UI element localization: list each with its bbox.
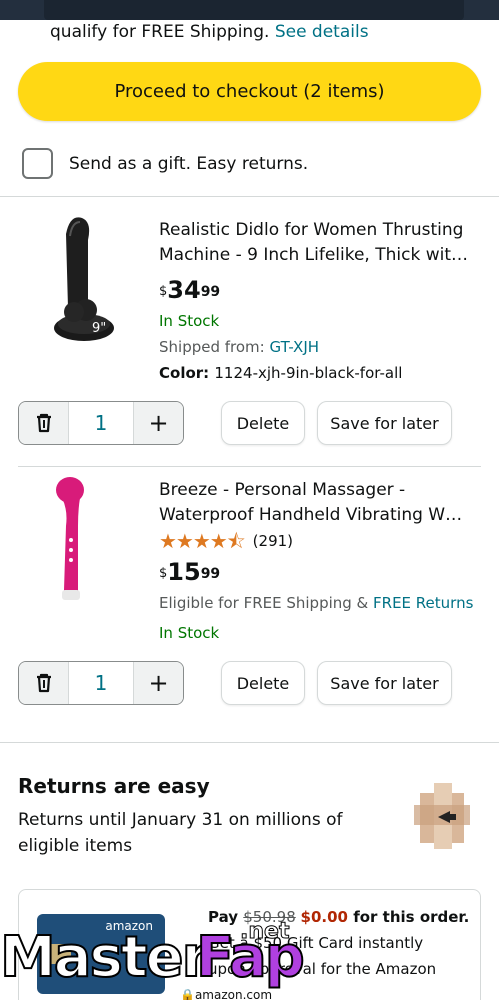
divider (18, 466, 481, 467)
item-info: Realistic Didlo for Women Thrusting Mach… (159, 218, 484, 386)
item-title-line-1: Breeze - Personal Massager - (159, 480, 406, 500)
product-image[interactable]: 9" (40, 210, 140, 350)
top-app-bar (0, 0, 499, 20)
gift-option[interactable]: Send as a gift. Easy returns. (22, 148, 308, 179)
new-price: $0.00 (300, 908, 348, 926)
watermark: Master Fap .net (0, 919, 320, 1000)
shipping-text: qualify for FREE Shipping. (50, 22, 270, 42)
shipping-eligibility: Eligible for FREE Shipping & FREE Return… (159, 590, 484, 616)
price-fraction: 99 (200, 566, 221, 582)
divider (0, 742, 499, 743)
top-bar-ledge (44, 0, 464, 20)
stock-status: In Stock (159, 312, 220, 330)
returns-title: Returns are easy (18, 774, 210, 798)
pay-suffix: for this order. (348, 908, 470, 926)
color-value: 1124-xjh-9in-black-for-all (214, 364, 403, 382)
quantity-stepper: 1 + (18, 661, 184, 705)
trash-icon[interactable] (19, 662, 68, 704)
pay-label: Pay (208, 908, 244, 926)
watermark-net: .net (239, 919, 290, 945)
product-image[interactable] (40, 470, 140, 610)
returns-text: Returns until January 31 on millions of … (18, 810, 343, 856)
free-returns-link[interactable]: FREE Returns (373, 594, 473, 612)
gift-label: Send as a gift. Easy returns. (69, 153, 309, 174)
delete-button[interactable]: Delete (221, 661, 305, 705)
price-whole: 34 (167, 276, 201, 304)
item-controls: 1 + (18, 401, 184, 445)
item-price: $3499 (159, 276, 484, 304)
divider (0, 196, 499, 197)
color-variant: Color: 1124-xjh-9in-black-for-all (159, 360, 484, 386)
star-rating-icon: ★★★★⯪ (159, 529, 246, 553)
delete-button[interactable]: Delete (221, 401, 305, 445)
color-label: Color: (159, 364, 215, 382)
price-fraction: 99 (200, 284, 221, 300)
item-title[interactable]: Breeze - Personal Massager - Waterproof … (159, 478, 484, 528)
shipping-notice: qualify for FREE Shipping. See details (50, 20, 369, 44)
save-for-later-button[interactable]: Save for later (317, 401, 452, 445)
item-title-line-2: Machine - 9 Inch Lifelike, Thick wit… (159, 245, 468, 265)
seller-link[interactable]: GT-XJH (270, 338, 320, 356)
shipping-eligibility-text: Eligible for FREE Shipping & (159, 594, 374, 612)
see-details-link[interactable]: See details (275, 22, 369, 42)
stock-status: In Stock (159, 624, 220, 642)
proceed-to-checkout-button[interactable]: Proceed to checkout (2 items) (18, 62, 481, 121)
shipped-label: Shipped from: (159, 338, 270, 356)
price-symbol: $ (159, 566, 168, 581)
item-title[interactable]: Realistic Didlo for Women Thrusting Mach… (159, 218, 484, 268)
item-controls: 1 + (18, 661, 184, 705)
return-box-icon (414, 783, 470, 849)
trash-icon[interactable] (19, 402, 68, 444)
quantity-value[interactable]: 1 (68, 402, 134, 444)
item-info: Breeze - Personal Massager - Waterproof … (159, 478, 484, 646)
gift-checkbox[interactable] (22, 148, 53, 179)
price-whole: 15 (167, 558, 201, 586)
quantity-stepper: 1 + (18, 401, 184, 445)
watermark-master: Master (0, 924, 210, 991)
save-for-later-button[interactable]: Save for later (317, 661, 452, 705)
size-label: 9" (92, 321, 106, 336)
shipped-from: Shipped from: GT-XJH (159, 334, 484, 360)
rating-count: (291) (252, 532, 294, 550)
item-title-line-2: Waterproof Handheld Vibrating W… (159, 505, 463, 525)
quantity-value[interactable]: 1 (68, 662, 134, 704)
item-price: $1599 (159, 558, 484, 586)
price-symbol: $ (159, 284, 168, 299)
plus-icon[interactable]: + (134, 402, 183, 444)
item-title-line-1: Realistic Didlo for Women Thrusting (159, 220, 464, 240)
plus-icon[interactable]: + (134, 662, 183, 704)
rating[interactable]: ★★★★⯪ (291) (159, 528, 484, 554)
